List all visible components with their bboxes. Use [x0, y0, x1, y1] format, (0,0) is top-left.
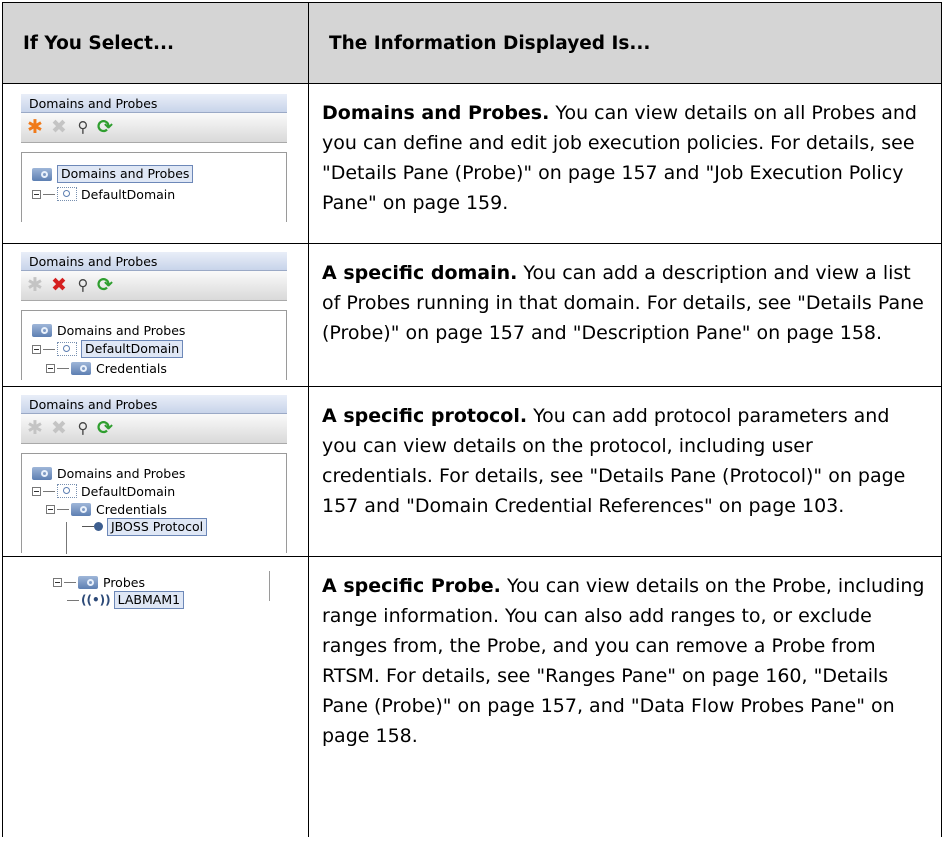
domains-tree: Domains and Probes DefaultDomain [21, 453, 287, 554]
table-row: Domains and Probes ✱ ✖ ⚲ ⟳ Domains and P… [2, 386, 942, 557]
domains-panel-screenshot: Domains and Probes ✱ ✖ ⚲ ⟳ Domains and P… [21, 94, 291, 234]
description-cell: Domains and Probes. You can view details… [308, 83, 942, 244]
tree-node-probes[interactable]: Probes [53, 573, 145, 591]
screenshot-cell: Probes ((•)) LABMAM1 [2, 556, 309, 837]
tree-node-domains-and-probes[interactable]: Domains and Probes [32, 464, 185, 482]
protocol-panel-screenshot: Domains and Probes ✱ ✖ ⚲ ⟳ Domains and P… [21, 395, 291, 555]
panel-title: Domains and Probes [21, 395, 287, 414]
add-star-icon[interactable]: ✱ [25, 418, 45, 438]
domains-folder-icon [32, 166, 54, 182]
domains-folder-icon [32, 465, 54, 481]
description-heading: A specific protocol. [322, 405, 528, 427]
refresh-icon[interactable]: ⟳ [95, 275, 115, 295]
domains-tree: Domains and Probes DefaultDomain [21, 152, 287, 222]
domain-icon [57, 187, 77, 201]
column-header-information: The Information Displayed Is... [308, 2, 942, 84]
screenshot-cell: Domains and Probes ✱ ✖ ⚲ ⟳ Domains and P… [2, 386, 309, 557]
tree-node-labmam1[interactable]: ((•)) LABMAM1 [67, 591, 185, 609]
description-heading: A specific domain. [322, 262, 518, 284]
delete-x-icon[interactable]: ✖ [49, 275, 69, 295]
panel-title: Domains and Probes [21, 94, 287, 113]
panel-title: Domains and Probes [21, 252, 287, 271]
probe-signal-icon: ((•)) [81, 593, 111, 607]
description-cell: A specific protocol. You can add protoco… [308, 386, 942, 557]
panel-toolbar: ✱ ✖ ⚲ ⟳ [21, 414, 287, 444]
panel-toolbar: ✱ ✖ ⚲ ⟳ [21, 113, 287, 143]
collapse-icon[interactable] [32, 486, 41, 496]
probes-folder-icon [78, 574, 100, 590]
delete-x-icon[interactable]: ✖ [49, 117, 69, 137]
tree-node-label: Credentials [96, 360, 167, 376]
description-heading: Domains and Probes. [322, 102, 550, 124]
domain-panel-screenshot: Domains and Probes ✱ ✖ ⚲ ⟳ Domains and P… [21, 252, 291, 382]
table-header-row: If You Select... The Information Display… [2, 2, 942, 84]
tree-node-label: Probes [103, 574, 145, 590]
add-star-icon[interactable]: ✱ [25, 117, 45, 137]
screenshot-cell: Domains and Probes ✱ ✖ ⚲ ⟳ Domains and P… [2, 83, 309, 244]
table-row: Probes ((•)) LABMAM1 A specific Probe. Y… [2, 556, 942, 837]
domains-folder-icon [32, 322, 54, 338]
protocol-icon [82, 521, 104, 533]
delete-x-icon[interactable]: ✖ [49, 418, 69, 438]
tree-node-label: DefaultDomain [81, 186, 176, 202]
tree-node-label: JBOSS Protocol [107, 518, 208, 536]
description-cell: A specific Probe. You can view details o… [308, 556, 942, 837]
tree-node-label: Domains and Probes [57, 322, 186, 338]
collapse-icon[interactable] [46, 363, 55, 373]
tree-node-jboss-protocol[interactable]: JBOSS Protocol [82, 518, 208, 536]
panel-toolbar: ✱ ✖ ⚲ ⟳ [21, 271, 287, 301]
search-icon[interactable]: ⚲ [73, 418, 93, 438]
tree-node-default-domain[interactable]: DefaultDomain [32, 340, 184, 358]
table-row: Domains and Probes ✱ ✖ ⚲ ⟳ Domains and P… [2, 83, 942, 244]
collapse-icon[interactable] [46, 504, 55, 514]
tree-node-default-domain[interactable]: DefaultDomain [32, 185, 175, 203]
tree-node-label: Credentials [96, 501, 167, 517]
tree-node-label: DefaultDomain [81, 483, 176, 499]
tree-node-credentials[interactable]: Credentials [46, 359, 167, 377]
search-icon[interactable]: ⚲ [73, 117, 93, 137]
screenshot-cell: Domains and Probes ✱ ✖ ⚲ ⟳ Domains and P… [2, 243, 309, 387]
tree-node-label: Domains and Probes [57, 465, 186, 481]
tree-node-label: LABMAM1 [113, 591, 185, 609]
refresh-icon[interactable]: ⟳ [95, 117, 115, 137]
refresh-icon[interactable]: ⟳ [95, 418, 115, 438]
collapse-icon[interactable] [53, 577, 62, 587]
tree-node-label: DefaultDomain [81, 340, 184, 358]
domain-icon [57, 484, 77, 498]
probe-tree-screenshot: Probes ((•)) LABMAM1 [43, 571, 293, 611]
selection-info-table: If You Select... The Information Display… [2, 2, 942, 837]
collapse-icon[interactable] [32, 189, 41, 199]
domains-tree: Domains and Probes DefaultDomain [21, 310, 287, 380]
credentials-folder-icon [71, 501, 93, 517]
table-row: Domains and Probes ✱ ✖ ⚲ ⟳ Domains and P… [2, 243, 942, 387]
description-heading: A specific Probe. [322, 575, 501, 597]
description-cell: A specific domain. You can add a descrip… [308, 243, 942, 387]
tree-node-domains-and-probes[interactable]: Domains and Probes [32, 165, 194, 183]
credentials-folder-icon [71, 360, 93, 376]
column-header-selection: If You Select... [2, 2, 309, 84]
add-star-icon[interactable]: ✱ [25, 275, 45, 295]
tree-node-credentials[interactable]: Credentials [46, 500, 167, 518]
tree-node-default-domain[interactable]: DefaultDomain [32, 482, 175, 500]
search-icon[interactable]: ⚲ [73, 275, 93, 295]
description-text: You can view details on the Probe, inclu… [322, 575, 925, 747]
tree-node-domains-and-probes[interactable]: Domains and Probes [32, 321, 185, 339]
tree-node-label: Domains and Probes [57, 165, 194, 183]
domain-icon [57, 342, 77, 356]
collapse-icon[interactable] [32, 344, 41, 354]
